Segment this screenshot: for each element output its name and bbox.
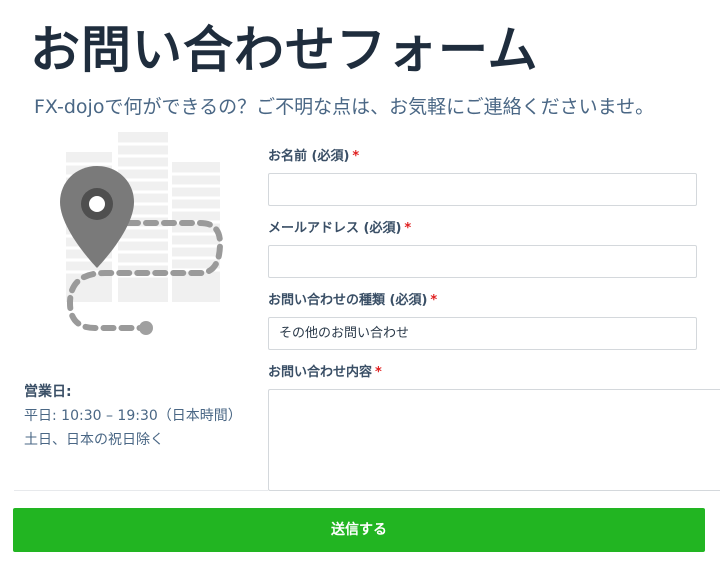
email-input[interactable]	[268, 245, 697, 278]
required-mark: *	[375, 365, 382, 380]
message-label-text: お問い合わせ内容	[268, 365, 373, 380]
inquiry-type-select[interactable]: その他のお問い合わせ	[268, 317, 697, 350]
business-hours-title: 営業日:	[24, 384, 72, 400]
email-label-text: メールアドレス (必須)	[268, 221, 402, 236]
page-subtitle: FX-dojoで何ができるの？ご不明な点は、お気軽にご連絡くださいませ。	[34, 96, 655, 118]
name-label-text: お名前 (必須)	[268, 149, 350, 164]
divider	[14, 490, 268, 491]
name-input[interactable]	[268, 173, 697, 206]
message-label: お問い合わせ内容 *	[268, 364, 720, 382]
message-field: お問い合わせ内容 *	[268, 364, 720, 491]
business-hours-closed: 土日、日本の祝日除く	[24, 432, 164, 448]
submit-button[interactable]: 送信する	[13, 508, 705, 552]
name-label: お名前 (必須) *	[268, 148, 720, 166]
required-mark: *	[430, 293, 438, 308]
name-field: お名前 (必須) *	[268, 148, 720, 206]
email-label: メールアドレス (必須) *	[268, 220, 720, 238]
inquiry-type-field: お問い合わせの種類 (必須) * その他のお問い合わせ	[268, 292, 720, 350]
business-hours: 営業日: 平日: 10:30 – 19:30（日本時間） 土日、日本の祝日除く	[24, 380, 254, 452]
contact-form: お名前 (必須) * メールアドレス (必須) * お問い合わせの種類 (必須) * …	[268, 148, 720, 505]
required-mark: *	[404, 221, 412, 236]
required-mark: *	[352, 149, 360, 164]
map-pin-route-icon	[50, 128, 230, 343]
email-field: メールアドレス (必須) *	[268, 220, 720, 278]
business-hours-weekday: 平日: 10:30 – 19:30（日本時間）	[24, 408, 242, 424]
inquiry-type-label-text: お問い合わせの種類 (必須)	[268, 293, 428, 308]
inquiry-type-label: お問い合わせの種類 (必須) *	[268, 292, 720, 310]
message-textarea[interactable]	[268, 389, 720, 491]
page-title: お問い合わせフォーム	[30, 21, 539, 79]
